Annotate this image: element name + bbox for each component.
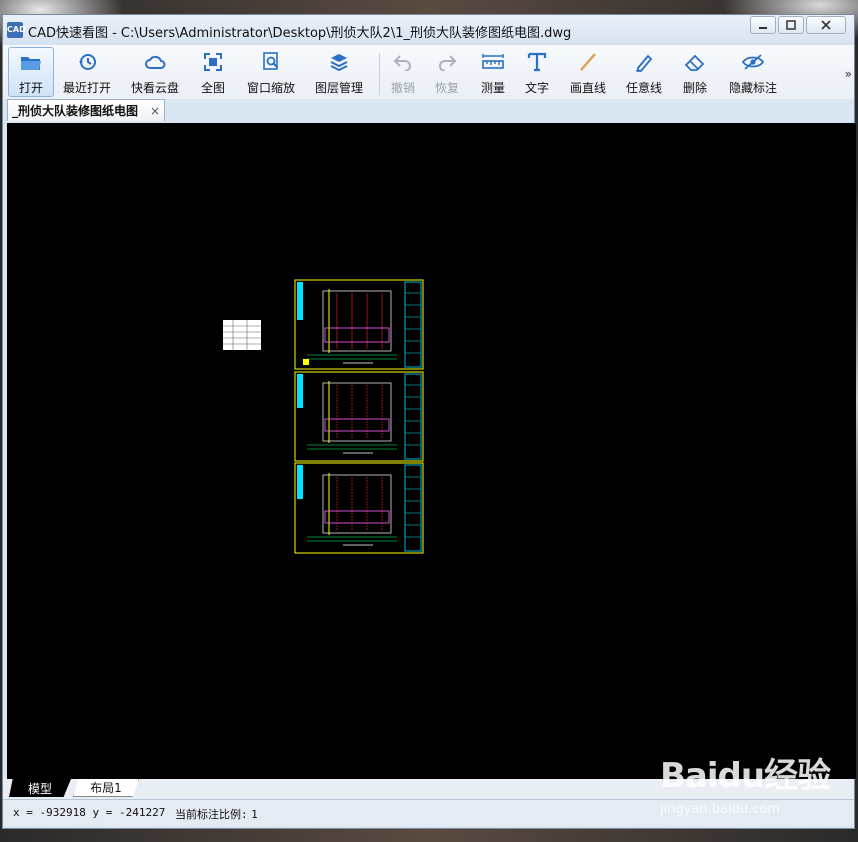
redo-label: 恢复 [434, 81, 459, 95]
maximize-button[interactable] [778, 16, 804, 34]
cloud-button[interactable]: 快看云盘 [127, 47, 183, 97]
annotation-scale-value: 1 [251, 808, 258, 821]
measure-button[interactable]: 测量 [475, 47, 511, 97]
document-tab-close-button[interactable]: × [150, 104, 160, 118]
zoom-window-button[interactable]: 窗口缩放 [241, 47, 301, 97]
open-button[interactable]: 打开 [8, 47, 54, 97]
cloud-label: 快看云盘 [130, 81, 179, 95]
redo-button[interactable]: 恢复 [429, 47, 465, 97]
close-icon [821, 20, 831, 30]
document-tab[interactable]: _刑侦大队装修图纸电图 × [7, 99, 165, 121]
draw-line-button[interactable]: 画直线 [565, 47, 611, 97]
history-icon [76, 51, 98, 73]
text-label: 文字 [524, 81, 549, 95]
text-icon [526, 51, 548, 73]
draw-line-label: 画直线 [569, 81, 606, 95]
window-title: CAD快速看图 - C:\Users\Administrator\Desktop… [28, 26, 572, 41]
document-tab-label: _刑侦大队装修图纸电图 [12, 104, 139, 118]
eraser-icon [684, 51, 706, 73]
drawing-viewport [223, 279, 424, 554]
annotation-scale-label: 当前标注比例: [175, 808, 248, 821]
redo-icon [436, 51, 458, 73]
undo-icon [392, 51, 414, 73]
drawing-sheet-2 [294, 371, 424, 462]
maximize-icon [786, 20, 796, 30]
drawing-canvas[interactable] [7, 123, 856, 779]
erase-label: 删除 [682, 81, 707, 95]
minimize-icon [759, 27, 767, 29]
measure-label: 测量 [480, 81, 505, 95]
freehand-button[interactable]: 任意线 [621, 47, 667, 97]
annotation-scale: 当前标注比例: 1 [175, 806, 258, 822]
cloud-icon [144, 51, 166, 73]
freehand-label: 任意线 [625, 81, 662, 95]
recent-button[interactable]: 最近打开 [59, 47, 115, 97]
minimize-button[interactable] [750, 16, 776, 34]
drawing-sheet-1 [294, 279, 424, 370]
app-window: CAD CAD快速看图 - C:\Users\Administrator\Des… [2, 14, 856, 829]
cursor-coordinates: x = -932918 y = -241227 [13, 806, 166, 819]
fit-label: 全图 [200, 81, 225, 95]
fit-screen-icon [202, 51, 224, 73]
undo-button[interactable]: 撤销 [385, 47, 421, 97]
recent-label: 最近打开 [62, 81, 111, 95]
hide-marks-button[interactable]: 隐藏标注 [723, 47, 783, 97]
close-window-button[interactable] [806, 16, 846, 34]
zoom-window-icon [260, 51, 282, 73]
text-button[interactable]: 文字 [519, 47, 555, 97]
zoom-window-label: 窗口缩放 [246, 81, 295, 95]
eye-off-icon [742, 51, 764, 73]
fit-all-button[interactable]: 全图 [195, 47, 231, 97]
layers-label: 图层管理 [314, 81, 363, 95]
toolbar-more-button[interactable]: » [845, 67, 852, 81]
status-bar: x = -932918 y = -241227 当前标注比例: 1 [3, 799, 854, 826]
title-bar: CAD CAD快速看图 - C:\Users\Administrator\Des… [3, 15, 854, 45]
layout-tab-strip: 模型 布局1 [3, 779, 854, 799]
drawing-sheet-3 [294, 462, 424, 554]
line-icon [577, 51, 599, 73]
erase-button[interactable]: 删除 [677, 47, 713, 97]
undo-label: 撤销 [390, 81, 415, 95]
toolbar-separator [379, 53, 380, 95]
legend-table [223, 320, 261, 350]
open-label: 打开 [18, 81, 43, 95]
layers-icon [328, 51, 350, 73]
folder-open-icon [20, 52, 42, 73]
ruler-icon [482, 51, 504, 73]
layout1-tab[interactable]: 布局1 [73, 779, 139, 797]
hide-marks-label: 隐藏标注 [728, 81, 777, 95]
app-icon: CAD [7, 22, 26, 38]
layers-button[interactable]: 图层管理 [309, 47, 369, 97]
model-tab[interactable]: 模型 [9, 779, 71, 797]
pen-icon [633, 51, 655, 73]
document-tab-strip: _刑侦大队装修图纸电图 × [3, 99, 854, 123]
